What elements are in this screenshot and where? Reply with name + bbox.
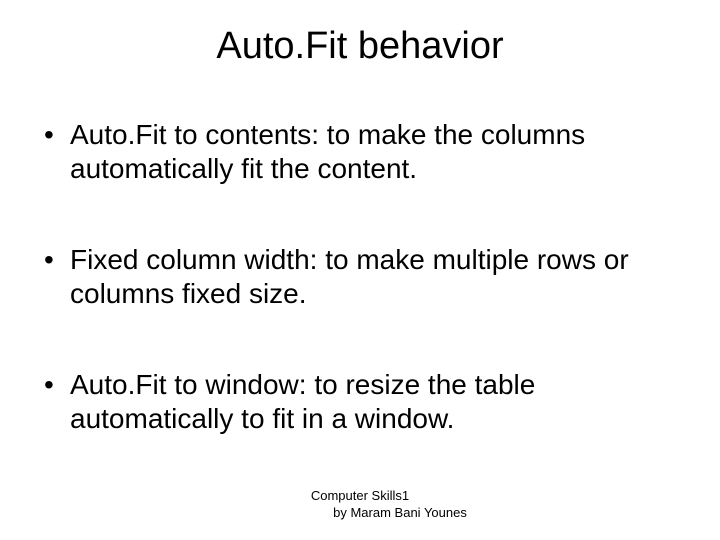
slide-footer: Computer Skills1 by Maram Bani Younes bbox=[0, 488, 720, 522]
footer-author: by Maram Bani Younes bbox=[0, 505, 720, 522]
footer-course: Computer Skills1 bbox=[0, 488, 720, 505]
slide-container: Auto.Fit behavior Auto.Fit to contents: … bbox=[0, 0, 720, 540]
slide-title: Auto.Fit behavior bbox=[30, 25, 690, 68]
list-item: Auto.Fit to contents: to make the column… bbox=[42, 118, 690, 185]
list-item: Fixed column width: to make multiple row… bbox=[42, 243, 690, 310]
bullet-list: Auto.Fit to contents: to make the column… bbox=[30, 118, 690, 436]
list-item: Auto.Fit to window: to resize the table … bbox=[42, 368, 690, 435]
